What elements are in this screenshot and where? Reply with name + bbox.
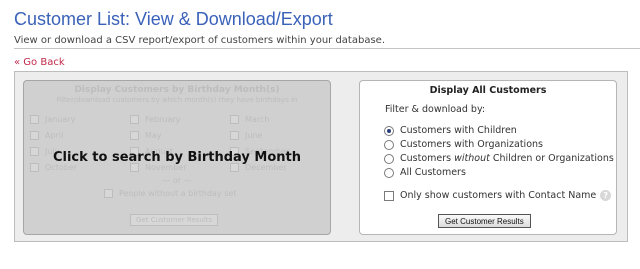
month-checkbox bbox=[230, 130, 239, 140]
get-customer-results-button[interactable]: Get Customer Results bbox=[438, 214, 531, 228]
month-checkbox bbox=[130, 130, 139, 140]
month-checkbox bbox=[30, 130, 39, 140]
help-icon[interactable]: ? bbox=[600, 190, 612, 201]
month-label: March bbox=[245, 114, 270, 124]
radio-label: All Customers bbox=[400, 167, 466, 178]
contact-name-label: Only show customers with Contact Name bbox=[400, 190, 597, 201]
radio-label: Customers without Children or Organizati… bbox=[400, 153, 614, 164]
title-divider bbox=[14, 48, 640, 49]
month-option: January bbox=[30, 114, 130, 124]
no-birthday-option: People without a birthday set bbox=[104, 189, 236, 198]
birthday-panel-title: Display Customers by Birthday Month(s) bbox=[74, 85, 280, 95]
month-label: June bbox=[245, 130, 263, 140]
birthday-panel-subtitle: Filter/download customers by which month… bbox=[56, 96, 298, 104]
month-option: April bbox=[30, 130, 130, 140]
radio-without[interactable] bbox=[384, 153, 394, 164]
contact-name-option[interactable]: Only show customers with Contact Name ? bbox=[384, 190, 612, 201]
birthday-search-overlay-label[interactable]: Click to search by Birthday Month bbox=[24, 150, 330, 165]
page-subtitle: View or download a CSV report/export of … bbox=[14, 35, 386, 46]
or-separator: — or — bbox=[162, 176, 192, 185]
radio-option-children[interactable]: Customers with Children bbox=[384, 125, 517, 136]
contact-name-checkbox[interactable] bbox=[384, 190, 394, 201]
month-checkbox bbox=[230, 114, 239, 124]
all-customers-panel: Display All Customers Filter & download … bbox=[359, 80, 617, 235]
radio-organizations[interactable] bbox=[384, 139, 394, 150]
no-birthday-checkbox bbox=[104, 189, 113, 198]
month-label: May bbox=[145, 130, 162, 140]
month-label: April bbox=[45, 130, 64, 140]
month-checkbox bbox=[30, 114, 39, 124]
birthday-results-button-disabled: Get Customer Results bbox=[130, 214, 219, 226]
report-options-container: Display Customers by Birthday Month(s) F… bbox=[14, 71, 628, 242]
all-customers-title: Display All Customers bbox=[429, 85, 547, 96]
filter-label: Filter & download by: bbox=[385, 104, 486, 115]
month-option: March bbox=[230, 114, 330, 124]
go-back-link[interactable]: « Go Back bbox=[14, 57, 65, 68]
radio-label-suffix: Children or Organizations bbox=[489, 153, 614, 164]
radio-label: Customers with Organizations bbox=[400, 139, 543, 150]
radio-children[interactable] bbox=[384, 125, 394, 136]
radio-option-all[interactable]: All Customers bbox=[384, 167, 466, 178]
no-birthday-label: People without a birthday set bbox=[119, 189, 237, 198]
month-label: February bbox=[145, 114, 181, 124]
month-option: June bbox=[230, 130, 330, 140]
radio-all[interactable] bbox=[384, 167, 394, 178]
month-option: May bbox=[130, 130, 230, 140]
birthday-month-panel[interactable]: Display Customers by Birthday Month(s) F… bbox=[23, 80, 331, 235]
month-checkbox bbox=[130, 114, 139, 124]
radio-option-organizations[interactable]: Customers with Organizations bbox=[384, 139, 543, 150]
page-title: Customer List: View & Download/Export bbox=[14, 9, 333, 29]
radio-option-without[interactable]: Customers without Children or Organizati… bbox=[384, 153, 614, 164]
radio-label: Customers with Children bbox=[400, 125, 517, 136]
radio-label-prefix: Customers bbox=[400, 153, 455, 164]
radio-label-emphasis: without bbox=[454, 153, 490, 164]
month-option: February bbox=[130, 114, 230, 124]
month-label: January bbox=[45, 114, 76, 124]
